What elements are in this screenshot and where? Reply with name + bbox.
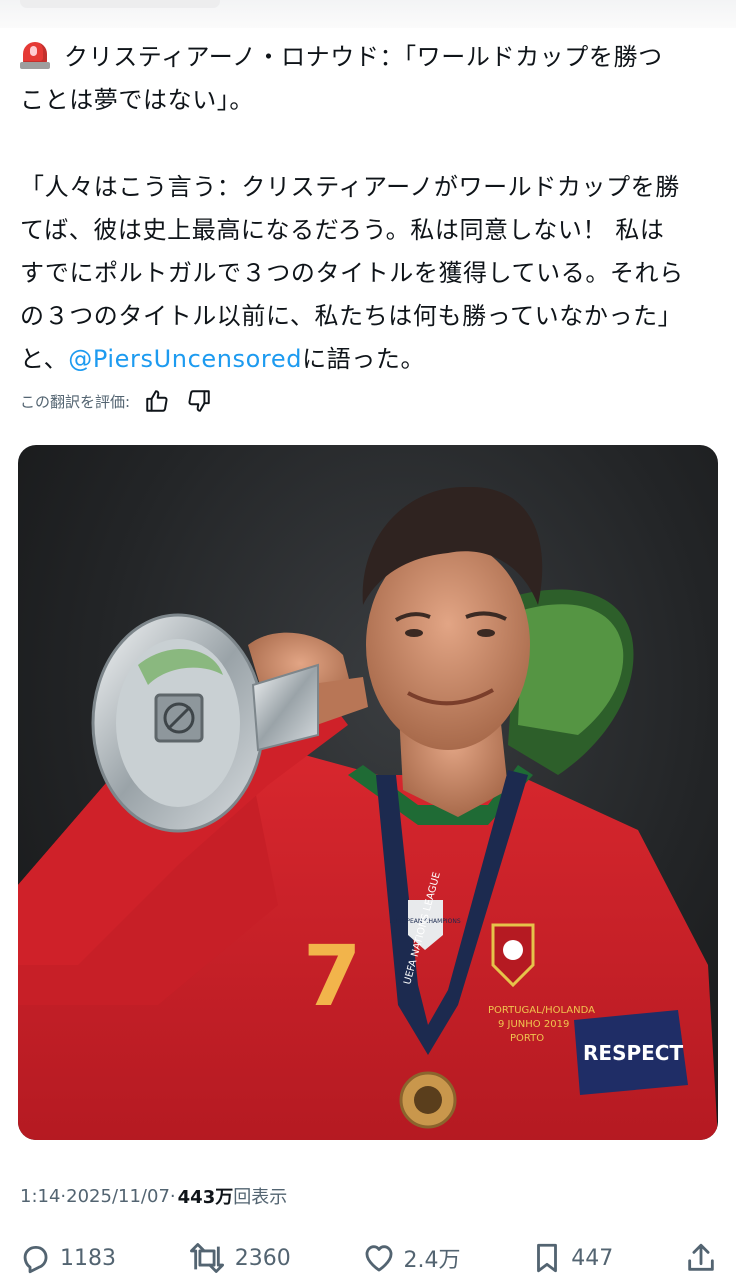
meta-separator: · bbox=[169, 1185, 176, 1207]
post-date: 2025/11/07 bbox=[66, 1185, 170, 1207]
tweet-headline-line1: クリスティアーノ・ロナウド：「ワールドカップを勝つ bbox=[20, 36, 720, 79]
header-remnant-content bbox=[20, 0, 220, 8]
thumbs-up-icon[interactable] bbox=[142, 386, 172, 416]
share-button[interactable] bbox=[684, 1241, 718, 1275]
reply-count: 1183 bbox=[60, 1245, 116, 1271]
translation-rating: この翻訳を評価: bbox=[20, 386, 214, 416]
match-badge-line2: 9 JUNHO 2019 bbox=[498, 1019, 569, 1030]
tweet-detail-page: クリスティアーノ・ロナウド：「ワールドカップを勝つ ことは夢ではない」。 「人々… bbox=[0, 0, 736, 1280]
tweet-headline-line2: ことは夢ではない」。 bbox=[20, 86, 254, 114]
match-badge-line1: PORTUGAL/HOLANDA bbox=[488, 1005, 595, 1016]
jersey-number: 7 bbox=[303, 927, 361, 1025]
tweet-meta: 1:14 · 2025/11/07 · 443万 回表示 bbox=[20, 1183, 287, 1209]
share-icon bbox=[688, 1243, 714, 1271]
tweet-quote-line4: の３つのタイトル以前に、私たちは何も勝っていなかった」 bbox=[20, 302, 683, 330]
tweet-actions: 1183 2360 2.4万 447 bbox=[18, 1236, 718, 1280]
tweet-quote-line1: 「人々はこう言う：クリスティアーノがワールドカップを勝 bbox=[20, 173, 680, 201]
views-count[interactable]: 443万 bbox=[178, 1183, 234, 1209]
mention-link[interactable]: @PiersUncensored bbox=[68, 345, 302, 373]
police-siren-icon bbox=[20, 40, 50, 70]
bookmark-icon bbox=[537, 1243, 558, 1273]
player-trophy-illustration: EUROPEAN CHAMPIONS PORTUGAL/HOLANDA 9 JU… bbox=[18, 486, 718, 1140]
bookmark-count: 447 bbox=[571, 1245, 614, 1271]
tweet-photo[interactable]: EUROPEAN CHAMPIONS PORTUGAL/HOLANDA 9 JU… bbox=[18, 445, 718, 1140]
tweet-quote-line2: てば、彼は史上最高になるだろう。私は同意しない！ 私は bbox=[20, 216, 665, 244]
header-remnant bbox=[0, 0, 736, 28]
views-label: 回表示 bbox=[233, 1187, 288, 1208]
repost-button[interactable]: 2360 bbox=[187, 1241, 291, 1275]
repost-icon bbox=[189, 1243, 224, 1273]
translation-rating-label: この翻訳を評価: bbox=[20, 392, 131, 411]
like-button[interactable]: 2.4万 bbox=[362, 1241, 461, 1275]
like-count: 2.4万 bbox=[403, 1248, 461, 1273]
match-badge-line3: PORTO bbox=[510, 1033, 544, 1044]
armband-text: RESPECT bbox=[583, 1041, 683, 1065]
bookmark-button[interactable]: 447 bbox=[531, 1241, 613, 1275]
reply-button[interactable]: 1183 bbox=[18, 1241, 116, 1275]
thumbs-down-icon[interactable] bbox=[184, 386, 214, 416]
tweet-text: クリスティアーノ・ロナウド：「ワールドカップを勝つ ことは夢ではない」。 「人々… bbox=[20, 36, 720, 381]
tweet-quote-line3: すでにポルトガルで３つのタイトルを獲得している。それら bbox=[20, 259, 684, 287]
reply-icon bbox=[23, 1245, 48, 1274]
post-time: 1:14 bbox=[20, 1185, 61, 1207]
heart-icon bbox=[365, 1245, 392, 1272]
repost-count: 2360 bbox=[234, 1245, 291, 1271]
tweet-quote-line5: と、@PiersUncensoredに語った。 bbox=[20, 345, 426, 373]
